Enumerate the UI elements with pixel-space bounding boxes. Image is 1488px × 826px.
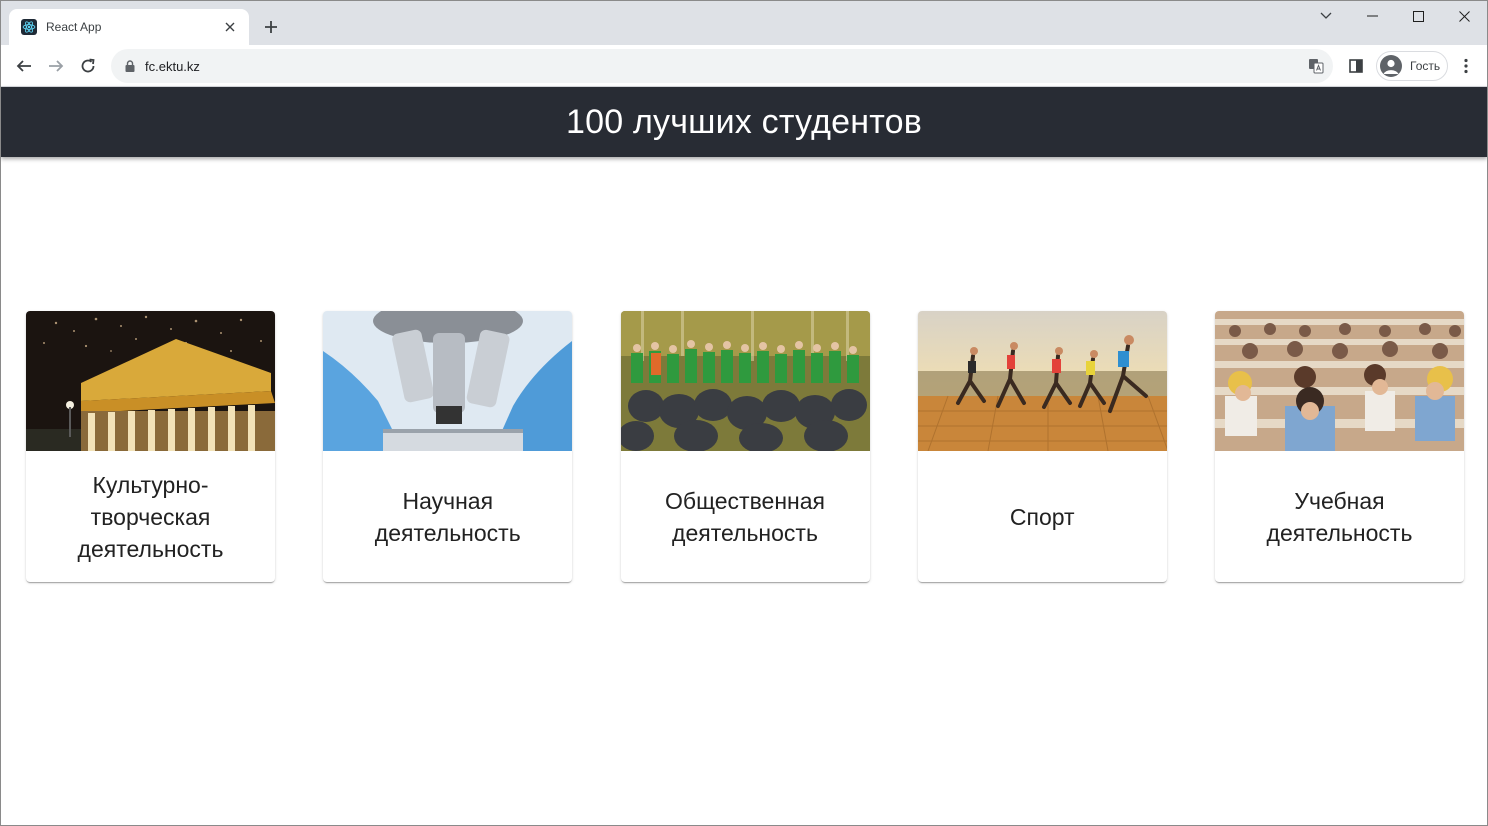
- address-bar[interactable]: fc.ektu.kz: [111, 49, 1333, 83]
- tab-title: React App: [46, 20, 102, 34]
- card-body: Культурно-творческая деятельность: [26, 451, 275, 582]
- card-title: Спорт: [1009, 503, 1075, 530]
- card-cultural[interactable]: Культурно-творческая деятельность: [26, 311, 275, 582]
- night-building-fireworks-photo: [26, 311, 275, 451]
- card-science[interactable]: Научная деятельность: [323, 311, 573, 582]
- card-title: Учебная деятельность: [1266, 487, 1413, 546]
- guest-avatar-icon: [1380, 55, 1402, 77]
- students-lecture-hall-photo: [1215, 311, 1464, 451]
- tab-react-app[interactable]: React App: [9, 9, 249, 45]
- react-favicon-icon: [21, 19, 37, 35]
- card-social[interactable]: Общественная деятельность: [620, 311, 870, 582]
- minimize-icon[interactable]: [1349, 1, 1395, 31]
- close-window-icon[interactable]: [1441, 1, 1487, 31]
- category-cards: Культурно-творческая деятельность Научна…: [26, 311, 1464, 582]
- card-body: Спорт: [918, 451, 1167, 582]
- page-title: 100 лучших студентов: [566, 102, 922, 141]
- browser-toolbar: fc.ektu.kz Гость: [1, 45, 1487, 87]
- microscope-photo: [323, 311, 573, 451]
- translate-icon[interactable]: [1305, 55, 1327, 77]
- card-title: Общественная деятельность: [665, 487, 825, 546]
- reload-icon[interactable]: [74, 52, 102, 80]
- new-tab-button[interactable]: [259, 15, 283, 39]
- volunteers-group-photo: [620, 311, 870, 451]
- card-sport[interactable]: Спорт: [917, 311, 1167, 582]
- side-panel-icon[interactable]: [1344, 54, 1368, 78]
- profile-button[interactable]: Гость: [1376, 51, 1448, 81]
- profile-label: Гость: [1410, 59, 1441, 73]
- tab-search-chevron-icon[interactable]: [1303, 1, 1349, 31]
- app-header: 100 лучших студентов: [1, 87, 1487, 157]
- card-title: Культурно-творческая деятельность: [77, 471, 224, 562]
- lock-icon[interactable]: [123, 59, 137, 73]
- runners-photo: [917, 311, 1167, 451]
- back-arrow-icon[interactable]: [10, 52, 38, 80]
- window-controls: [1303, 1, 1487, 31]
- kebab-menu-icon[interactable]: [1456, 54, 1476, 78]
- card-body: Общественная деятельность: [621, 451, 870, 582]
- tab-strip: React App: [1, 1, 1487, 45]
- card-body: Учебная деятельность: [1215, 451, 1464, 582]
- card-body: Научная деятельность: [323, 451, 572, 582]
- browser-window: React App fc.ektu.kz Гость 100 лучших ст…: [0, 0, 1488, 826]
- forward-arrow-icon[interactable]: [42, 52, 70, 80]
- card-title: Научная деятельность: [374, 487, 521, 546]
- card-study[interactable]: Учебная деятельность: [1215, 311, 1464, 582]
- url-text[interactable]: fc.ektu.kz: [145, 59, 1305, 74]
- maximize-icon[interactable]: [1395, 1, 1441, 31]
- tab-close-icon[interactable]: [221, 18, 239, 36]
